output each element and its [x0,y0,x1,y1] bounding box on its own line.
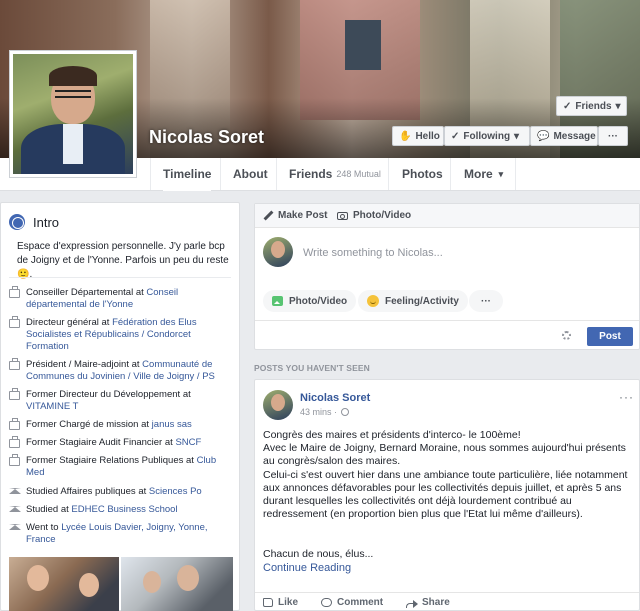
intro-item: Studied Affaires publiques at Sciences P… [9,486,234,498]
avatar[interactable] [263,390,293,420]
photo-icon [272,296,283,306]
photo-thumbnail[interactable] [121,557,233,611]
briefcase-icon [9,436,20,448]
intro-header: Intro [9,214,59,230]
intro-item-link[interactable]: janus sas [152,419,192,430]
thumbs-up-icon [263,598,273,607]
intro-item: Former Chargé de mission at janus sas [9,418,234,431]
intro-item: Former Directeur du Développement at VIT… [9,388,234,413]
graduation-cap-icon [9,506,21,515]
profile-picture[interactable] [9,50,137,178]
intro-bio: Espace d'expression personnelle. J'y par… [17,241,229,280]
following-button[interactable]: ✓ Following ▾ [444,126,530,146]
camera-icon [337,211,348,220]
share-arrow-icon [406,599,418,608]
briefcase-icon [9,418,20,430]
intro-item: Went to Lycée Louis Davier, Joigny, Yonn… [9,522,234,546]
intro-item: Président / Maire-adjoint at Communauté … [9,358,234,383]
post-truncated-text: Chacun de nous, élus... [263,548,374,560]
intro-item: Directeur général at Fédération des Elus… [9,316,234,353]
intro-item-link[interactable]: Sciences Po [149,486,202,497]
briefcase-icon [9,316,20,328]
post-composer: Make Post Photo/Video Write something to… [254,203,640,350]
graduation-cap-icon [9,488,21,497]
checkmark-icon: ✓ [451,130,460,142]
post-body: Congrès des maires et présidents d'inter… [263,429,628,521]
avatar [263,237,293,267]
briefcase-icon [9,454,20,466]
briefcase-icon [9,286,20,298]
profile-name[interactable]: Nicolas Soret [149,127,264,148]
feed-post: Nicolas Soret 43 mins · ··· Congrès des … [254,379,640,611]
briefcase-icon [9,388,20,400]
caret-down-icon: ▾ [514,130,520,142]
intro-title: Intro [33,214,60,230]
intro-item: Former Stagiaire Relations Publiques at … [9,454,234,479]
tab-photos[interactable]: Photos [402,158,443,190]
tab-more[interactable]: More ▾ [464,158,503,190]
divider [9,277,231,278]
checkmark-icon: ✓ [563,100,572,112]
share-button[interactable]: Share [406,597,450,608]
intro-item: Studied at EDHEC Business School [9,504,234,516]
more-options-button[interactable]: ··· [598,126,628,146]
continue-reading-link[interactable]: Continue Reading [263,562,351,574]
gear-icon[interactable] [562,331,571,340]
wave-hand-icon: ✋ [399,130,412,142]
graduation-cap-icon [9,524,21,533]
public-globe-icon [341,408,350,416]
messenger-icon: 💬 [537,130,550,142]
friends-button[interactable]: ✓ Friends ▾ [556,96,627,116]
briefcase-icon [9,358,20,370]
post-timestamp: 43 mins · [300,407,350,417]
intro-card: Intro Espace d'expression personnelle. J… [0,202,240,611]
pencil-icon [263,211,273,221]
chevron-down-icon: ▾ [498,168,504,179]
composer-tabs: Make Post Photo/Video [255,204,639,228]
intro-item-link[interactable]: VITAMINE T [26,401,78,412]
composer-footer: Post [255,320,639,350]
intro-photos [9,557,233,611]
tab-friends[interactable]: Friends 248 Mutual [289,158,381,190]
intro-item-link[interactable]: EDHEC Business School [71,504,177,515]
post-actions: Like Comment Share [255,592,639,611]
tab-timeline[interactable]: Timeline [163,158,212,191]
more-options-button[interactable]: ··· [469,290,503,312]
post-button[interactable]: Post [587,327,633,346]
photo-video-button[interactable]: Photo/Video [263,290,357,312]
caret-down-icon: ▾ [615,100,621,112]
globe-icon [9,214,25,230]
post-options-button[interactable]: ··· [619,390,634,404]
mutual-friends-count: 248 Mutual [336,169,381,179]
smiley-icon [367,295,379,307]
hello-wave-button[interactable]: ✋ Hello [392,126,444,146]
like-button[interactable]: Like [263,597,298,608]
tab-make-post[interactable]: Make Post [263,210,327,221]
section-label: POSTS YOU HAVEN'T SEEN [254,363,370,373]
tab-photo-video[interactable]: Photo/Video [337,210,411,221]
tab-about[interactable]: About [233,158,268,190]
intro-item: Conseiller Départemental at Conseil dépa… [9,286,234,311]
feeling-activity-button[interactable]: Feeling/Activity [358,290,468,312]
intro-item-link[interactable]: SNCF [175,437,201,448]
photo-thumbnail[interactable] [9,557,119,611]
post-author[interactable]: Nicolas Soret [300,392,370,404]
intro-item: Former Stagiaire Audit Financier at SNCF [9,436,234,449]
message-button[interactable]: 💬 Message [530,126,598,146]
composer-input[interactable]: Write something to Nicolas... [303,247,443,259]
comment-button[interactable]: Comment [321,597,383,608]
comment-icon [321,598,332,607]
